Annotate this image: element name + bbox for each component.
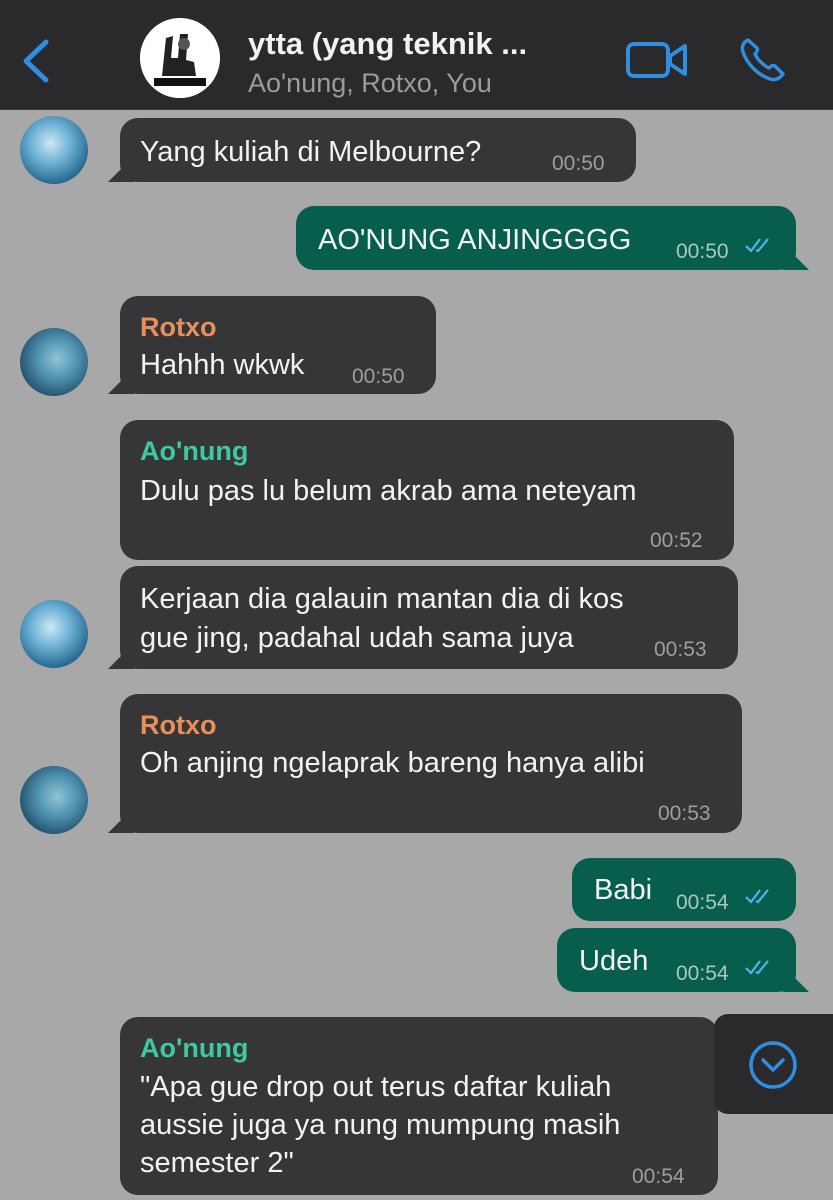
message-text-line: aussie juga ya nung mumpung masih	[140, 1109, 621, 1141]
message-text: AO'NUNG ANJINGGGG	[318, 224, 632, 256]
message-bubble-incoming[interactable]: Yang kuliah di Melbourne? 00:50	[120, 118, 636, 182]
avatar-rotxo[interactable]	[20, 328, 88, 396]
message-text: Yang kuliah di Melbourne?	[140, 136, 482, 168]
double-check-icon	[745, 889, 769, 904]
message-text: Udeh	[579, 945, 649, 977]
message-time: 00:54	[676, 891, 729, 914]
chat-title[interactable]: ytta (yang teknik ...	[248, 26, 608, 62]
message-text-line: gue jing, padahal udah sama juya	[140, 622, 574, 654]
double-check-icon	[745, 238, 769, 253]
message-bubble-incoming[interactable]: Ao'nung Dulu pas lu belum akrab ama nete…	[120, 420, 734, 560]
message-time: 00:50	[352, 365, 405, 388]
chevron-down-circle-icon	[749, 1041, 797, 1089]
message-text: Hahhh wkwk	[140, 349, 305, 381]
message-text-line: Kerjaan dia galauin mantan dia di kos	[140, 583, 624, 615]
message-time: 00:53	[654, 638, 707, 661]
message-bubble-outgoing[interactable]: AO'NUNG ANJINGGGG 00:50	[296, 206, 796, 270]
message-bubble-incoming[interactable]: Rotxo Oh anjing ngelaprak bareng hanya a…	[120, 694, 742, 833]
message-text: Oh anjing ngelaprak bareng hanya alibi	[140, 747, 645, 779]
voice-call-button[interactable]	[738, 36, 788, 84]
double-check-icon	[745, 960, 769, 975]
message-time: 00:54	[632, 1165, 685, 1188]
scroll-to-bottom-button[interactable]	[714, 1014, 833, 1114]
message-bubble-incoming[interactable]: Ao'nung "Apa gue drop out terus daftar k…	[120, 1017, 718, 1195]
chat-header: ytta (yang teknik ... Ao'nung, Rotxo, Yo…	[0, 0, 833, 110]
message-text: Babi	[594, 874, 653, 906]
message-text-line: semester 2"	[140, 1147, 294, 1179]
sender-name[interactable]: Rotxo	[140, 308, 217, 346]
message-time: 00:52	[650, 529, 703, 552]
back-button[interactable]	[18, 36, 58, 86]
sender-name[interactable]: Ao'nung	[140, 1029, 248, 1067]
group-logo-icon	[140, 18, 220, 98]
avatar-aonung[interactable]	[20, 116, 88, 184]
chevron-left-icon	[23, 39, 49, 83]
phone-icon	[740, 38, 785, 82]
message-time: 00:50	[676, 240, 729, 263]
sender-name[interactable]: Rotxo	[140, 706, 217, 744]
sender-name[interactable]: Ao'nung	[140, 432, 248, 470]
video-call-button[interactable]	[625, 38, 689, 82]
avatar-aonung[interactable]	[20, 600, 88, 668]
message-time: 00:50	[552, 152, 605, 175]
message-bubble-outgoing[interactable]: Udeh 00:54	[557, 928, 796, 992]
chat-participants[interactable]: Ao'nung, Rotxo, You	[248, 68, 492, 99]
message-bubble-incoming[interactable]: Rotxo Hahhh wkwk 00:50	[120, 296, 436, 394]
message-time: 00:53	[658, 802, 711, 825]
message-bubble-incoming[interactable]: Kerjaan dia galauin mantan dia di kos gu…	[120, 566, 738, 669]
message-bubble-outgoing[interactable]: Babi 00:54	[572, 858, 796, 921]
message-text-line: "Apa gue drop out terus daftar kuliah	[140, 1071, 612, 1103]
avatar-rotxo[interactable]	[20, 766, 88, 834]
group-avatar[interactable]	[140, 18, 220, 98]
video-camera-icon	[626, 42, 687, 78]
message-time: 00:54	[676, 962, 729, 985]
message-text: Dulu pas lu belum akrab ama neteyam	[140, 475, 637, 507]
